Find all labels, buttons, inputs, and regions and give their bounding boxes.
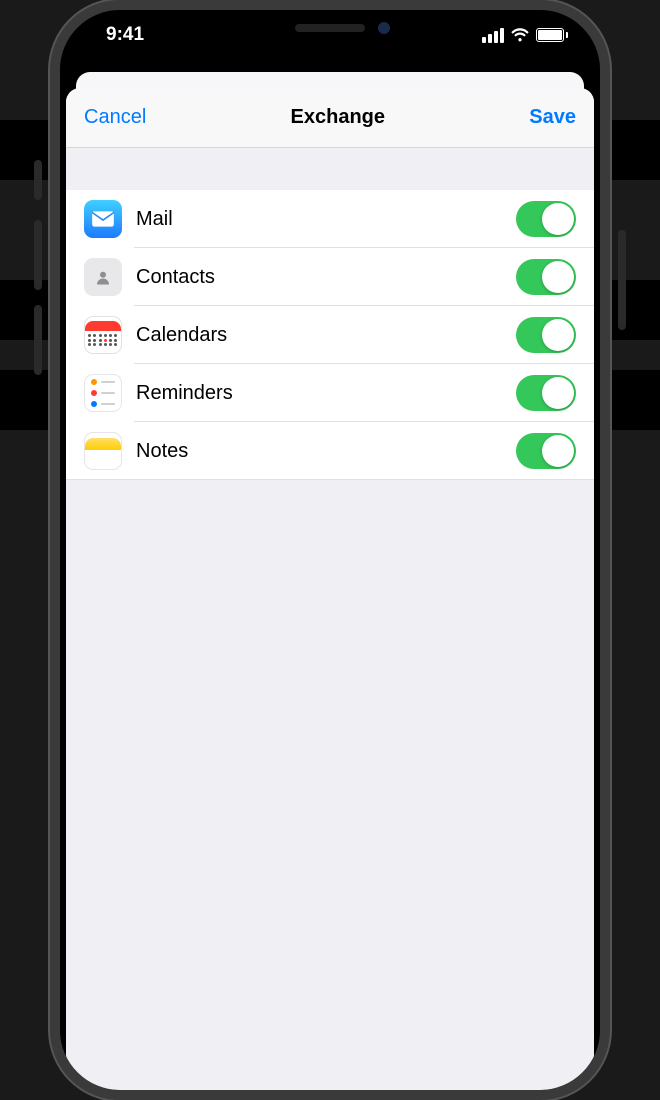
contacts-icon: [84, 258, 122, 296]
calendar-icon: [84, 316, 122, 354]
list-item-label: Calendars: [136, 324, 516, 347]
contacts-toggle[interactable]: [516, 259, 576, 295]
status-time: 9:41: [88, 24, 144, 46]
status-indicators: [482, 28, 572, 43]
nav-title: Exchange: [291, 106, 385, 129]
battery-icon: [536, 28, 568, 42]
cancel-button[interactable]: Cancel: [84, 106, 146, 129]
list-item-contacts: Contacts: [66, 248, 594, 306]
reminders-toggle[interactable]: [516, 375, 576, 411]
list-item-label: Notes: [136, 440, 516, 463]
phone-side-button: [618, 230, 626, 330]
calendars-toggle[interactable]: [516, 317, 576, 353]
phone-screen: 9:41 Cancel Exchange Save: [60, 10, 600, 1090]
phone-frame: 9:41 Cancel Exchange Save: [50, 0, 610, 1100]
phone-notch: [210, 10, 450, 46]
mail-icon: [84, 200, 122, 238]
list-item-mail: Mail: [66, 190, 594, 248]
save-button[interactable]: Save: [529, 106, 576, 129]
list-item-label: Mail: [136, 208, 516, 231]
phone-volume-up: [34, 220, 42, 290]
speaker-grille: [295, 24, 365, 32]
phone-mute-switch: [34, 160, 42, 200]
reminders-icon: [84, 374, 122, 412]
list-item-label: Reminders: [136, 382, 516, 405]
list-item-calendars: Calendars: [66, 306, 594, 364]
wifi-icon: [510, 28, 530, 43]
phone-volume-down: [34, 305, 42, 375]
notes-toggle[interactable]: [516, 433, 576, 469]
services-list: Mail Contacts: [66, 190, 594, 480]
notes-icon: [84, 432, 122, 470]
nav-bar: Cancel Exchange Save: [66, 88, 594, 148]
cellular-signal-icon: [482, 28, 504, 43]
mail-toggle[interactable]: [516, 201, 576, 237]
front-camera: [378, 22, 390, 34]
section-gap: [66, 148, 594, 190]
list-item-reminders: Reminders: [66, 364, 594, 422]
list-item-label: Contacts: [136, 266, 516, 289]
list-item-notes: Notes: [66, 422, 594, 480]
